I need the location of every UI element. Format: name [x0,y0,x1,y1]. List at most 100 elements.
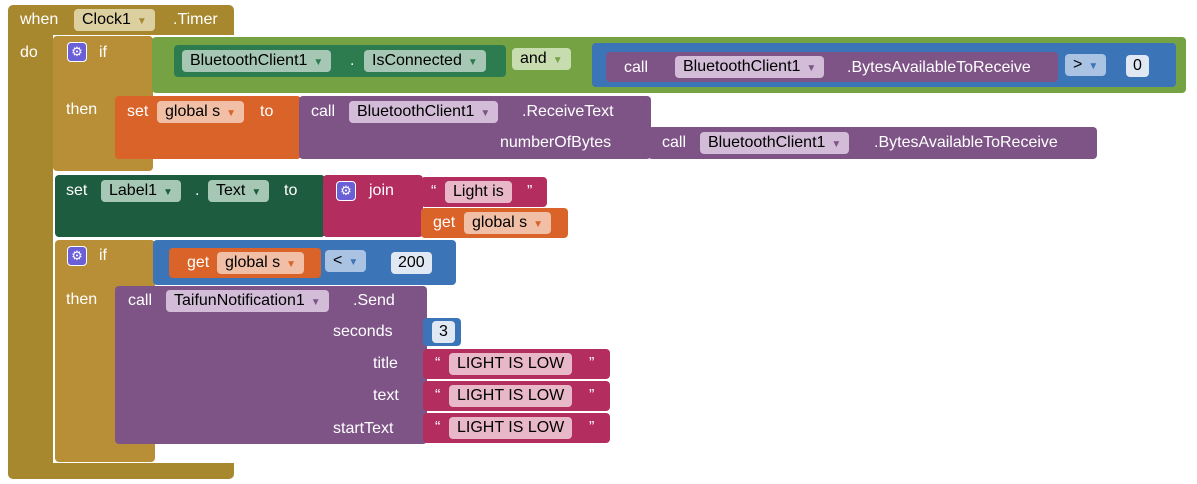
join-label: join [369,182,394,199]
compare-number-field[interactable]: 200 [391,252,432,274]
variable-dropdown[interactable]: global s ▼ [217,252,305,274]
dot-separator: . [350,52,355,69]
method-label: .BytesAvailableToReceive [847,59,1031,76]
chevron-down-icon: ▼ [313,57,324,68]
method-label: .Send [353,292,395,309]
clock-component-dropdown[interactable]: Clock1 ▼ [74,9,155,31]
compare-operator-dropdown[interactable]: < ▼ [325,250,367,272]
gear-icon[interactable]: ⚙ [336,181,356,201]
text-text-field[interactable]: LIGHT IS LOW [449,385,573,407]
compare-operator: > [1073,56,1083,73]
bluetooth-component-dropdown[interactable]: BluetoothClient1 ▼ [182,50,332,72]
chevron-down-icon: ▼ [163,187,173,198]
seconds-number-field[interactable]: 3 [432,321,455,343]
compare-block-2[interactable]: get global s ▼ < ▼ 200 [153,240,456,285]
call-label: call [624,59,649,76]
to-label: to [284,182,298,199]
label-component-dropdown[interactable]: Label1 ▼ [101,180,181,202]
when-label: when [20,11,59,28]
and-operator: and [520,50,547,67]
starttext-text-block[interactable]: “ LIGHT IS LOW ” [423,413,610,443]
if-label: if [99,247,107,264]
and-operator-dropdown[interactable]: and ▼ [512,48,571,70]
and-logic-block[interactable]: BluetoothClient1 ▼ . IsConnected ▼ and ▼ ca… [152,37,1186,93]
gear-icon[interactable]: ⚙ [67,42,87,62]
starttext-text-field[interactable]: LIGHT IS LOW [449,417,573,439]
then-label: then [66,291,98,308]
close-quote: ” [589,355,595,372]
title-text-field[interactable]: LIGHT IS LOW [449,353,573,375]
label-component-name: Label1 [109,182,158,199]
gear-icon[interactable]: ⚙ [67,246,87,266]
property-name: IsConnected [372,52,462,69]
chevron-down-icon: ▼ [467,57,478,68]
bluetooth-component-dropdown[interactable]: BluetoothClient1 ▼ [700,132,850,154]
compare-block[interactable]: call BluetoothClient1 ▼ .BytesAvailableTo… [592,43,1176,87]
method-label: .ReceiveText [522,103,614,120]
close-quote: ” [589,387,595,404]
variable-dropdown[interactable]: global s ▼ [464,212,552,234]
text-string-block[interactable]: “ Light is ” [421,177,547,207]
notification-component-name: TaifunNotification1 [174,292,305,309]
open-quote: “ [435,355,441,372]
text-text-block[interactable]: “ LIGHT IS LOW ” [423,381,610,411]
call-label: call [662,134,687,151]
variable-name: global s [165,103,221,120]
chevron-down-icon: ▼ [251,187,262,198]
property-name: Text [216,182,246,199]
clock-component-name: Clock1 [82,11,131,28]
call-label: call [128,292,153,309]
do-label: do [20,44,38,61]
variable-name: global s [225,254,281,271]
bytes-available-call-block[interactable]: call BluetoothClient1 ▼ .BytesAvailableTo… [606,52,1058,82]
variable-name: global s [472,214,528,231]
chevron-down-icon: ▼ [533,219,544,230]
chevron-down-icon: ▼ [552,55,563,66]
bluetooth-component-name: BluetoothClient1 [357,103,475,120]
set-global-s-block[interactable]: set global s ▼ to [115,96,301,159]
compare-number-field[interactable]: 0 [1126,55,1149,77]
chevron-down-icon: ▼ [348,257,359,268]
to-label: to [260,103,274,120]
bluetooth-component-dropdown[interactable]: BluetoothClient1 ▼ [349,101,499,123]
text-value-field[interactable]: Light is [445,181,512,203]
event-left-rail [8,35,53,467]
bluetooth-component-dropdown[interactable]: BluetoothClient1 ▼ [675,56,825,78]
get-global-s-block[interactable]: get global s ▼ [421,208,568,238]
chevron-down-icon: ▼ [136,16,147,27]
bytes-available-call-block-2[interactable]: call BluetoothClient1 ▼ .BytesAvailableTo… [648,127,1097,159]
title-param-label: title [373,355,398,372]
starttext-param-label: startText [333,420,394,437]
event-name-label: .Timer [173,11,218,28]
get-global-s-block[interactable]: get global s ▼ [169,248,321,278]
property-dropdown[interactable]: Text ▼ [208,180,270,202]
title-text-block[interactable]: “ LIGHT IS LOW ” [423,349,610,379]
open-quote: “ [431,183,437,200]
set-label-text-block[interactable]: set Label1 ▼ . Text ▼ to [55,175,325,237]
close-quote: ” [589,419,595,436]
chevron-down-icon: ▼ [480,108,491,119]
property-dropdown[interactable]: IsConnected ▼ [364,50,486,72]
method-label: .BytesAvailableToReceive [874,134,1058,151]
open-quote: “ [435,387,441,404]
chevron-down-icon: ▼ [1088,61,1099,72]
notification-component-dropdown[interactable]: TaifunNotification1 ▼ [166,290,329,312]
bluetooth-component-name: BluetoothClient1 [190,52,308,69]
compare-operator: < [333,252,343,269]
if-label: if [99,44,107,61]
compare-operator-dropdown[interactable]: > ▼ [1065,54,1107,76]
join-block[interactable]: ⚙ join [323,175,423,237]
receive-text-call-block[interactable]: call BluetoothClient1 ▼ .ReceiveText numb… [299,96,651,159]
open-quote: “ [435,419,441,436]
set-label: set [66,182,88,199]
chevron-down-icon: ▼ [226,108,237,119]
then-label: then [66,101,98,118]
chevron-down-icon: ▼ [806,63,817,74]
dot-separator: . [195,182,200,199]
call-label: call [311,103,336,120]
is-connected-block[interactable]: BluetoothClient1 ▼ . IsConnected ▼ [174,45,506,77]
get-label: get [433,214,456,231]
seconds-number-block[interactable]: 3 [423,318,461,346]
variable-dropdown[interactable]: global s ▼ [157,101,245,123]
notification-send-call-block[interactable]: call TaifunNotification1 ▼ .Send seconds … [115,286,427,444]
